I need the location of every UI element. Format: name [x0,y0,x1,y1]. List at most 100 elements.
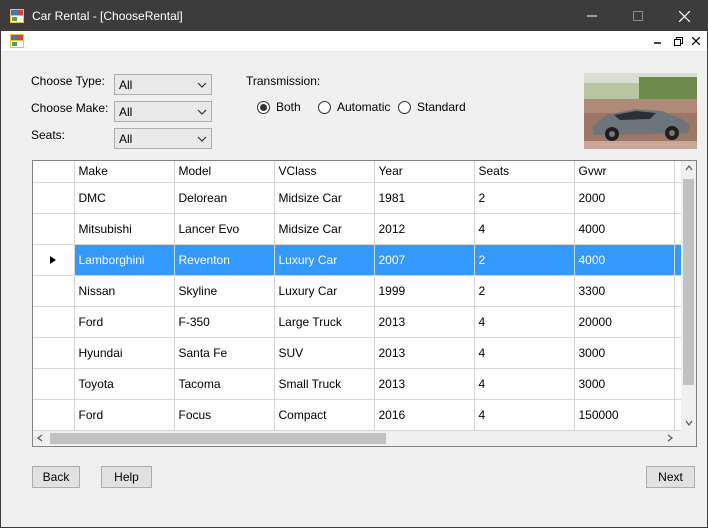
column-header-gvwr[interactable]: Gvwr [574,161,675,183]
type-combobox[interactable]: All [114,74,212,95]
help-button[interactable]: Help [101,466,152,488]
cell-overflow[interactable] [674,244,681,276]
vertical-scrollbar[interactable] [681,161,696,431]
title-bar[interactable]: Car Rental - [ChooseRental] [1,1,707,31]
column-header-year[interactable]: Year [374,161,475,183]
cell-gvwr[interactable]: 3000 [574,368,675,400]
cell-model[interactable]: Focus [174,399,275,431]
column-header-seats[interactable]: Seats [474,161,575,183]
cell-gvwr[interactable]: 4000 [574,244,675,276]
cell-gvwr[interactable]: 3000 [574,337,675,369]
table-row-selected[interactable]: Lamborghini Reventon Luxury Car 2007 2 4… [33,244,681,276]
cell-make[interactable]: Ford [74,306,175,338]
column-header-model[interactable]: Model [174,161,275,183]
column-header-vclass[interactable]: VClass [274,161,375,183]
cell-model[interactable]: Skyline [174,275,275,307]
cell-vclass[interactable]: SUV [274,337,375,369]
cell-seats[interactable]: 4 [474,306,575,338]
cell-year[interactable]: 2013 [374,368,475,400]
table-row[interactable]: Nissan Skyline Luxury Car 1999 2 3300 [33,275,681,307]
cell-seats[interactable]: 2 [474,275,575,307]
horizontal-scroll-thumb[interactable] [50,433,386,444]
column-header-make[interactable]: Make [74,161,175,183]
cell-make[interactable]: Ford [74,399,175,431]
table-row[interactable]: Toyota Tacoma Small Truck 2013 4 3000 [33,368,681,400]
cell-vclass[interactable]: Luxury Car [274,244,375,276]
cell-make[interactable]: Toyota [74,368,175,400]
next-button[interactable]: Next [646,466,695,488]
radio-automatic[interactable]: Automatic [318,99,390,115]
scroll-down-arrow-icon[interactable] [685,418,693,428]
cell-vclass[interactable]: Small Truck [274,368,375,400]
minimize-button[interactable] [569,1,615,31]
cell-year[interactable]: 2016 [374,399,475,431]
row-header[interactable] [33,368,75,400]
cell-year[interactable]: 2007 [374,244,475,276]
cell-model[interactable]: F-350 [174,306,275,338]
cell-make[interactable]: DMC [74,182,175,214]
cell-gvwr[interactable]: 4000 [574,213,675,245]
cell-seats[interactable]: 4 [474,399,575,431]
cell-vclass[interactable]: Luxury Car [274,275,375,307]
cell-model[interactable]: Lancer Evo [174,213,275,245]
column-header-overflow[interactable] [674,161,681,183]
scroll-left-arrow-icon[interactable] [36,434,43,444]
cell-model[interactable]: Reventon [174,244,275,276]
table-row[interactable]: Hyundai Santa Fe SUV 2013 4 3000 [33,337,681,369]
scroll-up-arrow-icon[interactable] [685,163,693,173]
rental-grid[interactable]: Make Model VClass Year Seats Gvwr DMC De… [32,160,697,447]
horizontal-scrollbar[interactable] [33,431,681,446]
cell-year[interactable]: 2013 [374,306,475,338]
back-button[interactable]: Back [32,466,80,488]
cell-seats[interactable]: 4 [474,337,575,369]
cell-vclass[interactable]: Midsize Car [274,182,375,214]
vertical-scroll-thumb[interactable] [683,179,694,385]
cell-overflow[interactable] [674,399,681,431]
cell-overflow[interactable] [674,182,681,214]
cell-seats[interactable]: 4 [474,368,575,400]
cell-year[interactable]: 1981 [374,182,475,214]
table-row[interactable]: DMC Delorean Midsize Car 1981 2 2000 [33,182,681,214]
cell-make[interactable]: Mitsubishi [74,213,175,245]
row-header[interactable] [33,244,75,276]
close-button[interactable] [661,1,707,31]
cell-overflow[interactable] [674,368,681,400]
row-header[interactable] [33,399,75,431]
cell-make[interactable]: Nissan [74,275,175,307]
make-combobox[interactable]: All [114,101,212,122]
cell-gvwr[interactable]: 3300 [574,275,675,307]
cell-seats[interactable]: 2 [474,182,575,214]
cell-year[interactable]: 2013 [374,337,475,369]
radio-standard[interactable]: Standard [398,99,466,115]
row-header[interactable] [33,337,75,369]
cell-make[interactable]: Lamborghini [74,244,175,276]
cell-seats[interactable]: 2 [474,244,575,276]
row-header[interactable] [33,306,75,338]
cell-overflow[interactable] [674,275,681,307]
cell-seats[interactable]: 4 [474,213,575,245]
mdi-restore-button[interactable] [671,34,685,48]
row-header[interactable] [33,213,75,245]
cell-gvwr[interactable]: 150000 [574,399,675,431]
cell-gvwr[interactable]: 2000 [574,182,675,214]
row-header-corner[interactable] [33,161,75,183]
table-row[interactable]: Mitsubishi Lancer Evo Midsize Car 2012 4… [33,213,681,245]
cell-year[interactable]: 2012 [374,213,475,245]
cell-model[interactable]: Santa Fe [174,337,275,369]
seats-combobox[interactable]: All [114,128,212,149]
cell-vclass[interactable]: Large Truck [274,306,375,338]
mdi-close-button[interactable] [689,34,703,48]
mdi-child-icon[interactable] [10,34,24,48]
cell-vclass[interactable]: Compact [274,399,375,431]
row-header[interactable] [33,182,75,214]
cell-vclass[interactable]: Midsize Car [274,213,375,245]
row-header[interactable] [33,275,75,307]
maximize-button[interactable] [615,1,661,31]
cell-model[interactable]: Tacoma [174,368,275,400]
table-row[interactable]: Ford Focus Compact 2016 4 150000 [33,399,681,431]
cell-gvwr[interactable]: 20000 [574,306,675,338]
scroll-right-arrow-icon[interactable] [667,434,674,444]
cell-overflow[interactable] [674,337,681,369]
mdi-minimize-button[interactable] [651,34,665,48]
cell-overflow[interactable] [674,306,681,338]
